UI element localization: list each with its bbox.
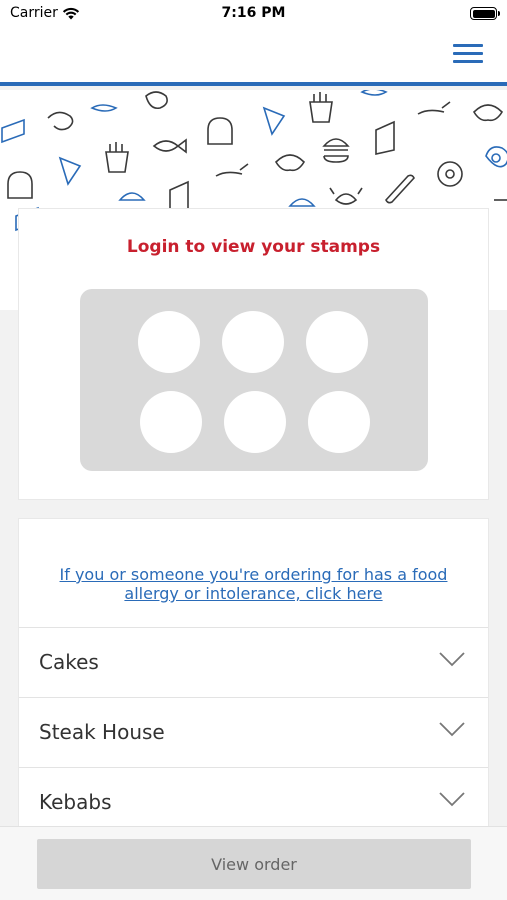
stamp-slot: [308, 391, 370, 453]
status-bar: Carrier 7:16 PM: [0, 0, 507, 30]
chevron-down-icon: [439, 652, 465, 667]
status-time: 7:16 PM: [221, 5, 286, 21]
category-row-steak-house[interactable]: Steak House: [19, 697, 488, 767]
bottom-bar: View order: [0, 826, 507, 900]
nav-bar: [0, 30, 507, 86]
category-label: Steak House: [39, 720, 165, 744]
category-label: Cakes: [39, 650, 99, 674]
stamps-login-prompt[interactable]: Login to view your stamps: [19, 237, 488, 257]
stamp-slot: [140, 391, 202, 453]
chevron-down-icon: [439, 722, 465, 737]
category-row-cakes[interactable]: Cakes: [19, 627, 488, 697]
stamp-slot: [138, 311, 200, 373]
stamp-slot: [306, 311, 368, 373]
hamburger-menu-icon[interactable]: [453, 40, 483, 66]
stamp-card-grid: [80, 289, 428, 471]
stamp-slot: [224, 391, 286, 453]
stamp-slot: [222, 311, 284, 373]
allergy-info-link[interactable]: If you or someone you're ordering for ha…: [19, 565, 488, 603]
battery-icon: [470, 7, 500, 20]
stamps-card: Login to view your stamps: [18, 208, 489, 500]
view-order-button[interactable]: View order: [37, 839, 471, 889]
chevron-down-icon: [439, 792, 465, 807]
menu-card: If you or someone you're ordering for ha…: [18, 518, 489, 838]
category-label: Kebabs: [39, 790, 112, 814]
